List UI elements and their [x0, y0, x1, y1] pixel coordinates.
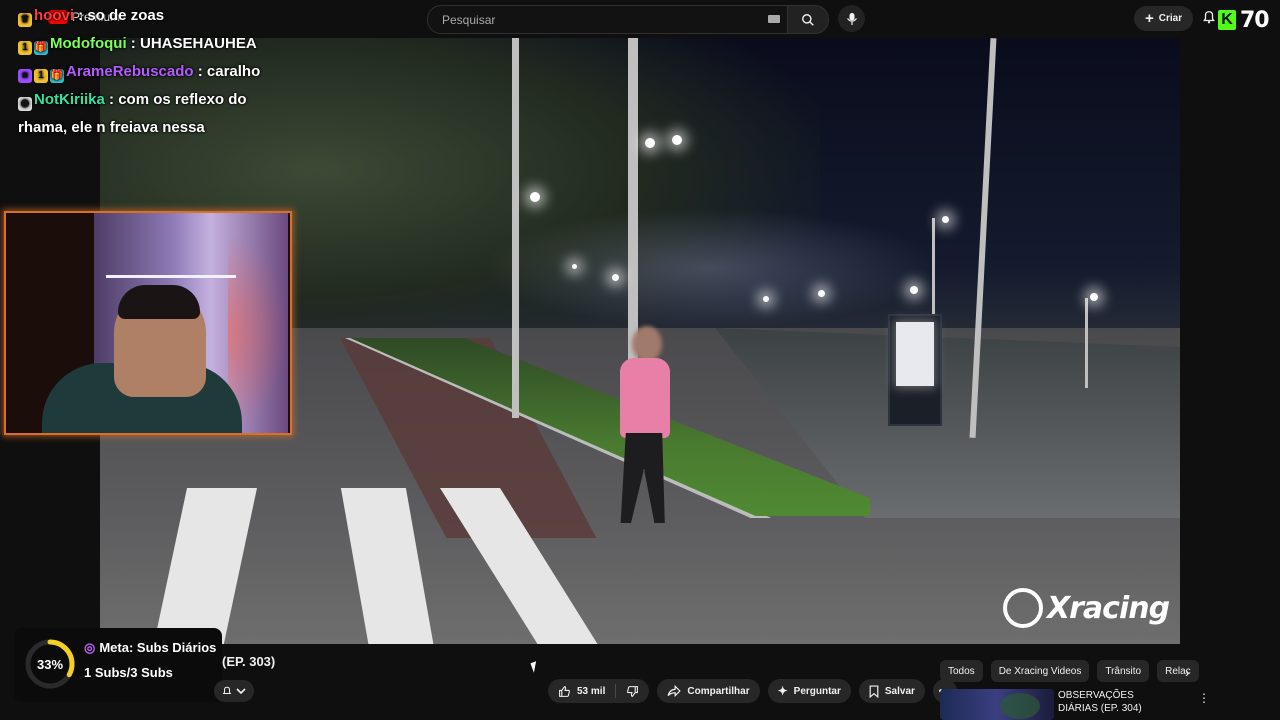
notifications-button[interactable] [1202, 9, 1216, 30]
like-button[interactable]: 53 mil [548, 685, 615, 698]
bookmark-icon [869, 684, 879, 698]
share-icon [667, 685, 682, 697]
mouse-cursor [530, 661, 540, 673]
thumbs-down-icon [627, 685, 639, 697]
chat-message: ◉ NotKiriika : com os reflexo do rhama, e… [18, 86, 298, 142]
street-light [612, 274, 619, 281]
street-light [763, 296, 769, 302]
chat-username[interactable]: Modofoqui [50, 35, 127, 52]
chat-message: ■ 1 🎁 ArameRebuscado : caralho [18, 58, 298, 86]
kiosk-screen [896, 322, 934, 386]
voice-search-button[interactable] [838, 5, 865, 32]
street-light [1090, 293, 1098, 301]
street-light [645, 138, 655, 148]
filter-chip[interactable]: Trânsito [1097, 660, 1150, 682]
chat-username[interactable]: ArameRebuscado [66, 63, 194, 80]
filter-chip[interactable]: Todos [940, 660, 983, 682]
recommended-thumbnail[interactable] [940, 689, 1054, 720]
watermark-text: Xracing [1047, 590, 1170, 626]
gift-badge-icon: 🎁 [50, 69, 64, 83]
subscription-bell-button[interactable] [214, 680, 254, 702]
search-icon [802, 13, 814, 26]
goal-progress-text: 1 Subs/3 Subs [84, 665, 173, 680]
microphone-icon [846, 12, 857, 25]
ask-label: Perguntar [793, 685, 841, 697]
chat-username[interactable]: NotKiriika [34, 91, 105, 108]
share-button[interactable]: Compartilhar [657, 679, 760, 703]
chat-message-text: UHASEHAUHEA [139, 35, 257, 52]
save-button[interactable]: Salvar [858, 679, 925, 703]
chat-message-text: caralho [206, 63, 261, 80]
streamer-webcam [4, 211, 292, 435]
share-label: Compartilhar [687, 685, 750, 697]
street-pole [512, 38, 519, 418]
1-badge-icon: 1 [34, 69, 48, 83]
sparkle-icon: ✦ [777, 684, 788, 698]
like-count: 53 mil [577, 685, 606, 697]
filter-chip[interactable]: De Xracing Videos [990, 660, 1090, 682]
keyboard-icon[interactable] [768, 15, 780, 23]
streamer-hair [118, 285, 200, 319]
gift-badge-icon: 🎁 [34, 41, 48, 55]
helmet-icon [1003, 588, 1043, 628]
chat-message: ♛ hoovi : so de zoas [18, 2, 298, 30]
street-light [572, 264, 577, 269]
like-dislike-group: 53 mil [548, 679, 650, 703]
chat-username[interactable]: hoovi [34, 7, 74, 24]
kick-logo-icon: K [1218, 10, 1236, 30]
chat-message-text: so de zoas [87, 7, 165, 24]
city-glow [480, 208, 940, 328]
chevron-down-icon [236, 688, 246, 695]
glasses-badge-icon: ◉ [18, 97, 32, 111]
plus-icon: + [1145, 9, 1154, 27]
street-light [818, 290, 825, 297]
chat-message: 1 🎁 Modofoqui : UHASEHAUHEA [18, 30, 298, 58]
recommended-video[interactable]: OBSERVAÇÕES DIÁRIAS (EP. 304) ⋮ [940, 689, 1210, 720]
webcam-shelf [106, 275, 236, 278]
chat-separator: : [193, 63, 207, 80]
street-light [942, 216, 949, 223]
advertising-kiosk [888, 314, 942, 426]
goal-title: ◎ Meta: Subs Diários [84, 640, 216, 656]
chat-overlay: ♛ hoovi : so de zoas 1 🎁 Modofoqui : UHASEHA… [18, 2, 298, 142]
level-badge: 70 [1240, 8, 1270, 33]
video-actions: 53 mil Compartilhar ✦ Perguntar Salvar •… [548, 679, 957, 703]
create-label: Criar [1158, 13, 1183, 24]
pedestrian-body [620, 358, 670, 438]
cube-badge-icon: ■ [18, 69, 32, 83]
video-title: (EP. 303) [222, 654, 276, 669]
chat-separator: : [126, 35, 140, 52]
dislike-button[interactable] [616, 685, 649, 698]
recommended-title[interactable]: OBSERVAÇÕES DIÁRIAS (EP. 304) [1058, 689, 1168, 715]
search-input[interactable] [440, 12, 744, 28]
pedestrian-head-blurred [632, 326, 662, 362]
goal-dot-icon: ◎ [84, 640, 96, 655]
chat-separator: : [104, 91, 119, 108]
street-light [530, 192, 540, 202]
bell-icon [222, 686, 232, 694]
street-light [910, 286, 918, 294]
street-light [672, 135, 682, 145]
save-label: Salvar [884, 685, 915, 697]
goal-title-text: Meta: Subs Diários [99, 640, 217, 655]
bell-icon [1203, 11, 1215, 24]
more-vertical-icon[interactable]: ⋮ [1198, 691, 1210, 705]
goal-percent: 33% [36, 656, 64, 672]
search-box[interactable] [427, 5, 789, 34]
1-badge-icon: 1 [18, 41, 32, 55]
search-button[interactable] [787, 5, 829, 34]
thumbs-up-icon [559, 685, 570, 697]
create-button[interactable]: + Criar [1134, 6, 1194, 31]
ask-button[interactable]: ✦ Perguntar [767, 679, 851, 703]
crown-badge-icon: ♛ [18, 13, 32, 27]
chat-separator: : [74, 7, 88, 24]
sub-goal-widget: 33% ◎ Meta: Subs Diários 1 Subs/3 Subs [14, 628, 222, 702]
filter-chip[interactable]: Relac [1157, 660, 1199, 682]
street-pole [1085, 298, 1088, 388]
chevron-right-icon[interactable]: › [1185, 664, 1190, 680]
filter-chips: Todos De Xracing Videos Trânsito Relac [940, 660, 1199, 682]
xracing-watermark: Xracing [1003, 588, 1170, 628]
